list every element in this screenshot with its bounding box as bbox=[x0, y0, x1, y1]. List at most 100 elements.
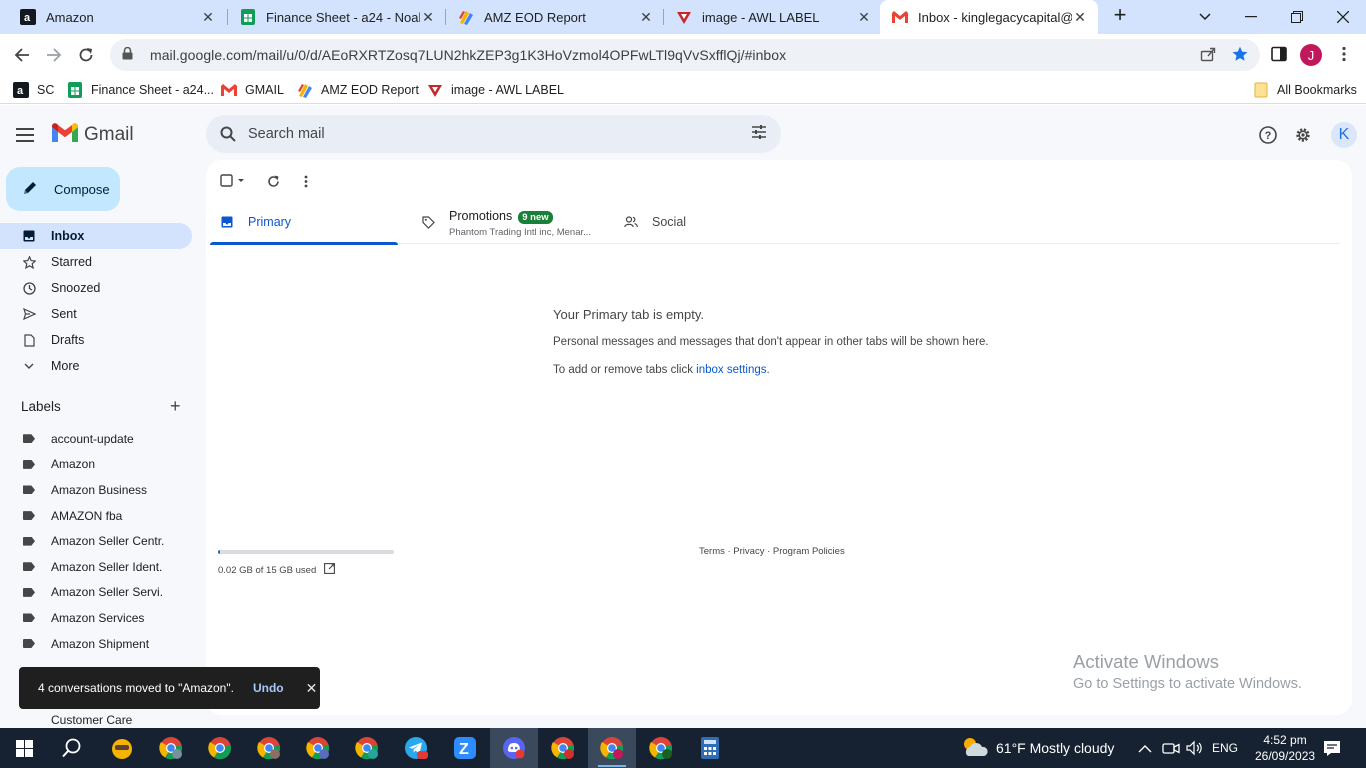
browser-tab-finance-sheet[interactable]: Finance Sheet - a24 - Noah ( ✕ bbox=[228, 0, 446, 34]
tab-primary[interactable]: Primary bbox=[210, 202, 398, 245]
create-label-button[interactable]: + bbox=[170, 396, 181, 417]
forward-button[interactable] bbox=[40, 41, 68, 69]
zoom-icon[interactable]: Z bbox=[441, 728, 489, 768]
all-bookmarks[interactable]: All Bookmarks bbox=[1253, 80, 1357, 100]
close-window-button[interactable] bbox=[1320, 0, 1366, 34]
bookmark-amz-eod[interactable]: AMZ EOD Report bbox=[297, 80, 419, 100]
browser-tab-inbox[interactable]: Inbox - kinglegacycapital@g ✕ bbox=[880, 0, 1098, 34]
bookmark-awl-label[interactable]: image - AWL LABEL bbox=[427, 80, 564, 100]
bookmark-star-icon[interactable] bbox=[1229, 43, 1251, 65]
nav-item-drafts[interactable]: Drafts bbox=[0, 327, 192, 353]
svg-text:a: a bbox=[24, 12, 31, 24]
notifications-icon[interactable] bbox=[1323, 728, 1341, 768]
empty-state-title: Your Primary tab is empty. bbox=[553, 307, 704, 322]
tab-promotions[interactable]: Promotions 9 new Phantom Trading Intl inc… bbox=[421, 202, 611, 244]
weather-widget[interactable]: 61°F Mostly cloudy bbox=[960, 728, 1114, 768]
open-in-new-icon[interactable] bbox=[324, 563, 336, 577]
tab-search-button[interactable] bbox=[1182, 0, 1228, 34]
discord-icon[interactable] bbox=[490, 728, 538, 768]
chrome-menu-icon[interactable] bbox=[1333, 43, 1355, 65]
close-icon[interactable]: ✕ bbox=[638, 9, 654, 26]
label-item[interactable]: Amazon Shipment bbox=[0, 631, 200, 657]
search-bar[interactable]: Search mail bbox=[206, 115, 781, 153]
chrome-profile-d-icon[interactable] bbox=[637, 728, 685, 768]
back-button[interactable] bbox=[8, 41, 36, 69]
close-icon[interactable]: ✕ bbox=[1072, 9, 1088, 26]
close-icon[interactable]: ✕ bbox=[856, 9, 872, 26]
tab-label: Promotions bbox=[449, 209, 513, 223]
clock[interactable]: 4:52 pm 26/09/2023 bbox=[1255, 728, 1315, 768]
bookmark-sc[interactable]: a SC bbox=[13, 80, 54, 100]
nav-item-snoozed[interactable]: Snoozed bbox=[0, 275, 192, 301]
browser-tab-amazon[interactable]: a Amazon ✕ bbox=[8, 0, 226, 34]
label-name[interactable]: Customer Care bbox=[51, 713, 132, 727]
nav-item-sent[interactable]: Sent bbox=[0, 301, 192, 327]
site-info-icon[interactable] bbox=[122, 46, 136, 63]
search-icon[interactable] bbox=[218, 124, 238, 144]
reload-button[interactable] bbox=[72, 41, 100, 69]
send-icon bbox=[22, 307, 36, 321]
search-options-icon[interactable] bbox=[751, 124, 767, 143]
address-bar[interactable]: mail.google.com/mail/u/0/d/AEoRXRTZosq7L… bbox=[110, 39, 1260, 71]
close-icon[interactable]: ✕ bbox=[200, 9, 216, 26]
label-item[interactable]: Amazon Seller Servi. bbox=[0, 580, 200, 606]
footer-links[interactable]: Terms · Privacy · Program Policies bbox=[699, 546, 845, 557]
minimize-button[interactable] bbox=[1228, 0, 1274, 34]
new-tab-button[interactable]: + bbox=[1108, 4, 1132, 28]
weather-text: 61°F Mostly cloudy bbox=[996, 740, 1115, 756]
nav-item-more[interactable]: More bbox=[0, 353, 192, 379]
chrome-profile-avatar[interactable]: J bbox=[1300, 44, 1322, 66]
chrome-profile-icon[interactable] bbox=[343, 728, 391, 768]
browser-tab-awl-label[interactable]: image - AWL LABEL ✕ bbox=[664, 0, 882, 34]
bookmarks-bar: a SC Finance Sheet - a24... GMAIL AMZ EO… bbox=[0, 76, 1366, 104]
chrome-profile-b-icon[interactable] bbox=[147, 728, 195, 768]
label-item[interactable]: Amazon Business bbox=[0, 477, 200, 503]
label-item[interactable]: account-update bbox=[0, 426, 200, 452]
gmail-logo[interactable]: Gmail bbox=[52, 123, 134, 146]
label-item[interactable]: AMAZON fba bbox=[0, 503, 200, 529]
language-indicator[interactable]: ENG bbox=[1212, 728, 1238, 768]
more-options-icon[interactable] bbox=[304, 172, 308, 190]
label-item[interactable]: Amazon Services bbox=[0, 605, 200, 631]
label-item[interactable]: Amazon bbox=[0, 452, 200, 478]
search-icon[interactable] bbox=[48, 728, 96, 768]
amazon-icon: a bbox=[13, 82, 29, 98]
chrome-icon[interactable] bbox=[196, 728, 244, 768]
label-item[interactable]: Amazon Seller Ident. bbox=[0, 554, 200, 580]
label-item[interactable]: Amazon Seller Centr. bbox=[0, 528, 200, 554]
share-icon[interactable] bbox=[1197, 43, 1219, 65]
bookmark-finance-sheet[interactable]: Finance Sheet - a24... bbox=[67, 80, 214, 100]
refresh-icon[interactable] bbox=[267, 172, 280, 190]
promotions-senders: Phantom Trading Intl inc, Menar... bbox=[449, 227, 592, 238]
select-all-checkbox[interactable] bbox=[220, 172, 246, 190]
chrome-profile-icon[interactable] bbox=[539, 728, 587, 768]
telegram-icon[interactable] bbox=[392, 728, 440, 768]
volume-icon[interactable] bbox=[1186, 728, 1204, 768]
chrome-profile-icon[interactable] bbox=[294, 728, 342, 768]
inbox-settings-link[interactable]: inbox settings bbox=[696, 364, 766, 376]
search-input[interactable]: Search mail bbox=[248, 126, 325, 142]
restore-button[interactable] bbox=[1274, 0, 1320, 34]
help-icon[interactable]: ? bbox=[1256, 123, 1280, 147]
chrome-profile-j-icon[interactable] bbox=[588, 728, 636, 768]
nav-item-starred[interactable]: Starred bbox=[0, 249, 192, 275]
calculator-icon[interactable] bbox=[686, 728, 734, 768]
close-icon[interactable]: ✕ bbox=[420, 9, 436, 26]
show-hidden-icons-chevron-up-icon[interactable] bbox=[1138, 728, 1152, 768]
compose-button[interactable]: Compose bbox=[6, 167, 120, 211]
undo-button[interactable]: Undo bbox=[253, 681, 284, 695]
tab-social[interactable]: Social bbox=[624, 202, 814, 244]
meet-now-icon[interactable] bbox=[1162, 728, 1180, 768]
bookmark-gmail[interactable]: GMAIL bbox=[221, 80, 284, 100]
side-panel-icon[interactable] bbox=[1268, 43, 1290, 65]
chrome-profile-m-icon[interactable] bbox=[245, 728, 293, 768]
close-icon[interactable]: ✕ bbox=[306, 680, 318, 697]
account-avatar[interactable]: K bbox=[1331, 122, 1357, 148]
nav-item-inbox[interactable]: Inbox bbox=[0, 223, 192, 249]
windows-start-icon[interactable] bbox=[0, 728, 48, 768]
browser-tab-amz-eod[interactable]: AMZ EOD Report ✕ bbox=[446, 0, 664, 34]
settings-gear-icon[interactable] bbox=[1291, 123, 1315, 147]
app-character-icon[interactable] bbox=[98, 728, 146, 768]
label-icon bbox=[23, 459, 35, 469]
main-menu-icon[interactable] bbox=[16, 123, 40, 147]
